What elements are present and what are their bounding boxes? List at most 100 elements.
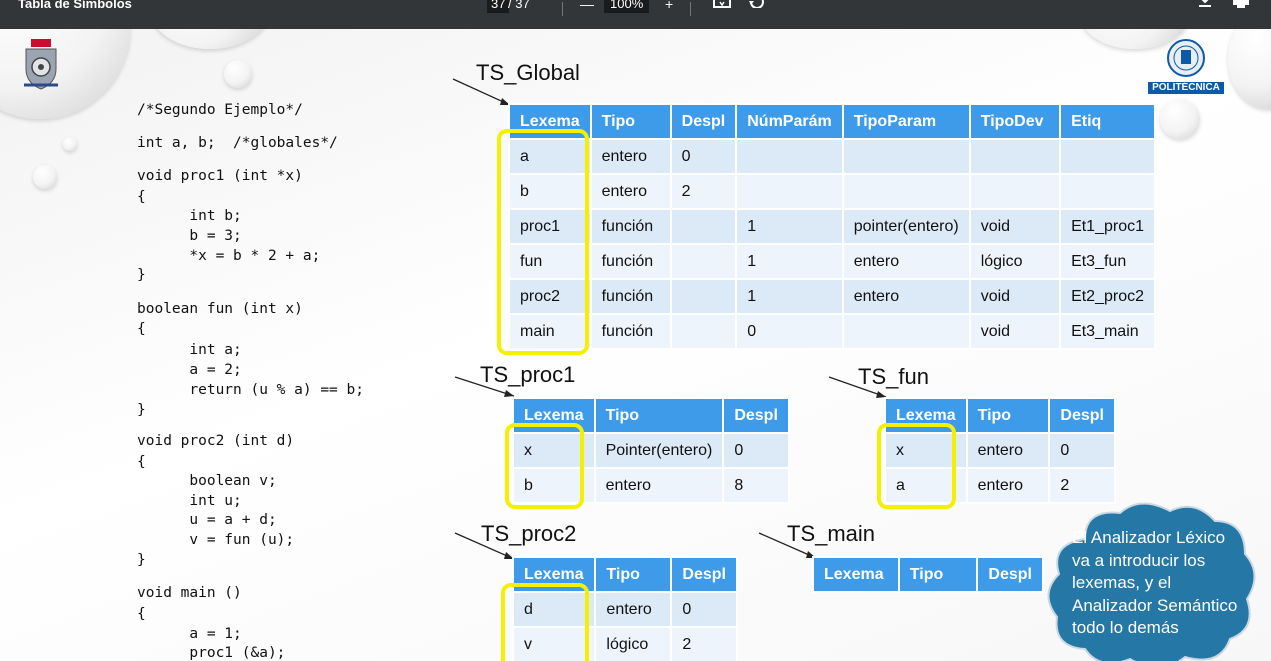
table-cell: lógico [594, 626, 673, 661]
column-header: Etiq [1059, 103, 1156, 140]
table-cell [1059, 173, 1156, 210]
column-header: TipoParam [841, 103, 971, 140]
table-cell: función [589, 278, 672, 315]
table-cell: Et3_fun [1059, 243, 1156, 280]
column-header: TipoDev [968, 103, 1062, 140]
ts-main-label: TS_main [787, 521, 876, 546]
ts-global-label: TS_Global [476, 60, 580, 85]
table-cell: 1 [735, 243, 844, 280]
table-cell: 2 [670, 626, 738, 661]
code-line: } [137, 552, 146, 568]
table-cell [841, 313, 971, 350]
code-line: { [137, 189, 146, 205]
table-cell: 0 [670, 591, 738, 628]
table-row: a entero 0 [508, 138, 1156, 175]
decorative-bubble [224, 60, 252, 88]
lexema-highlight [501, 583, 589, 661]
table-cell: función [589, 243, 672, 280]
code-line: b = 3; [137, 228, 242, 244]
table-cell: 8 [722, 467, 790, 504]
table-cell: pointer(entero) [841, 208, 971, 245]
code-line: } [137, 402, 146, 418]
column-header: Tipo [897, 556, 979, 593]
table-cell: entero [965, 432, 1051, 469]
column-header: Tipo [593, 397, 725, 434]
decorative-bubble [1228, 29, 1271, 109]
table-cell [1059, 138, 1156, 175]
code-line: int a, b; /*globales*/ [137, 135, 338, 151]
table-cell [968, 173, 1062, 210]
document-title: Tabla de Símbolos [18, 0, 132, 11]
table-cell: Et2_proc2 [1059, 278, 1156, 315]
code-line: boolean fun (int x) [137, 301, 303, 317]
table-row: b entero 2 [508, 173, 1156, 210]
lexema-highlight [505, 423, 584, 509]
table-cell: entero [841, 243, 971, 280]
table-cell: entero [841, 278, 971, 315]
table-row: proc1 función 1 pointer(entero) void Et1… [508, 208, 1156, 245]
rotate-icon[interactable] [748, 0, 766, 11]
table-cell: 0 [722, 432, 790, 469]
column-header: Despl [669, 103, 738, 140]
table-cell: función [589, 313, 672, 350]
table-cell: entero [593, 467, 725, 504]
code-line: int u; [137, 493, 242, 509]
table-cell [841, 138, 971, 175]
decorative-bubble [33, 165, 57, 189]
table-cell: Et3_main [1059, 313, 1156, 350]
code-line: { [137, 321, 146, 337]
download-icon[interactable] [1197, 0, 1213, 11]
code-line: a = 2; [137, 362, 242, 378]
code-line: return (u % a) == b; [137, 382, 364, 398]
table-cell [735, 173, 844, 210]
page-number-input[interactable]: 37 [487, 0, 510, 13]
table-cell: 0 [735, 313, 844, 350]
code-line: void main () [137, 585, 242, 601]
column-header: NúmParám [735, 103, 844, 140]
code-line: proc1 (&a); [137, 645, 286, 661]
callout-text: El Analizador Léxico va a introducir los… [1072, 527, 1252, 640]
slide-page: POLITÉCNICA /*Segundo Ejemplo*/ int a, b… [0, 29, 1271, 661]
table-cell: 0 [669, 138, 738, 175]
toolbar-divider [562, 2, 563, 16]
table-cell: Pointer(entero) [593, 432, 725, 469]
callout-line: El Analizador Léxico [1072, 528, 1226, 547]
zoom-out-button[interactable]: — [580, 0, 594, 12]
table-cell [669, 278, 738, 315]
zoom-in-button[interactable]: + [665, 0, 673, 12]
table-row: fun función 1 entero lógico Et3_fun [508, 243, 1156, 280]
fit-page-icon[interactable] [712, 0, 732, 11]
column-header: Tipo [589, 103, 672, 140]
column-header: Despl [722, 397, 790, 434]
callout-line: va a introducir los [1072, 550, 1206, 570]
page-total: / 37 [508, 0, 530, 11]
decorative-bubble [150, 29, 270, 49]
table-cell: 0 [1048, 432, 1116, 469]
table-cell: entero [589, 138, 672, 175]
university-crest-logo [22, 39, 60, 93]
callout-line: Analizador Semántico [1072, 595, 1238, 615]
ts-fun-label: TS_fun [858, 364, 929, 389]
callout-cloud: El Analizador Léxico va a introducir los… [1045, 499, 1260, 661]
table-cell [669, 313, 738, 350]
code-line: } [137, 267, 146, 283]
table-cell: entero [965, 467, 1051, 504]
code-line: { [137, 454, 146, 470]
decorative-bubble [1160, 99, 1200, 139]
lexema-highlight [877, 423, 956, 509]
code-line: void proc1 (int *x) [137, 168, 303, 184]
print-icon[interactable] [1232, 0, 1250, 11]
ts-main-table: Lexema Tipo Despl [812, 556, 1044, 593]
zoom-level-input[interactable]: 100% [604, 0, 650, 13]
decorative-bubble [63, 137, 77, 151]
table-cell: Et1_proc1 [1059, 208, 1156, 245]
code-line: u = a + d; [137, 512, 277, 528]
table-cell: void [968, 278, 1062, 315]
table-cell: entero [594, 591, 673, 628]
code-line: int b; [137, 208, 242, 224]
table-cell: 1 [735, 208, 844, 245]
code-line: void proc2 (int d) [137, 433, 295, 449]
table-cell [841, 173, 971, 210]
table-cell [968, 138, 1062, 175]
pdf-toolbar: Tabla de Símbolos 37 / 37 — 100% + [0, 0, 1271, 29]
